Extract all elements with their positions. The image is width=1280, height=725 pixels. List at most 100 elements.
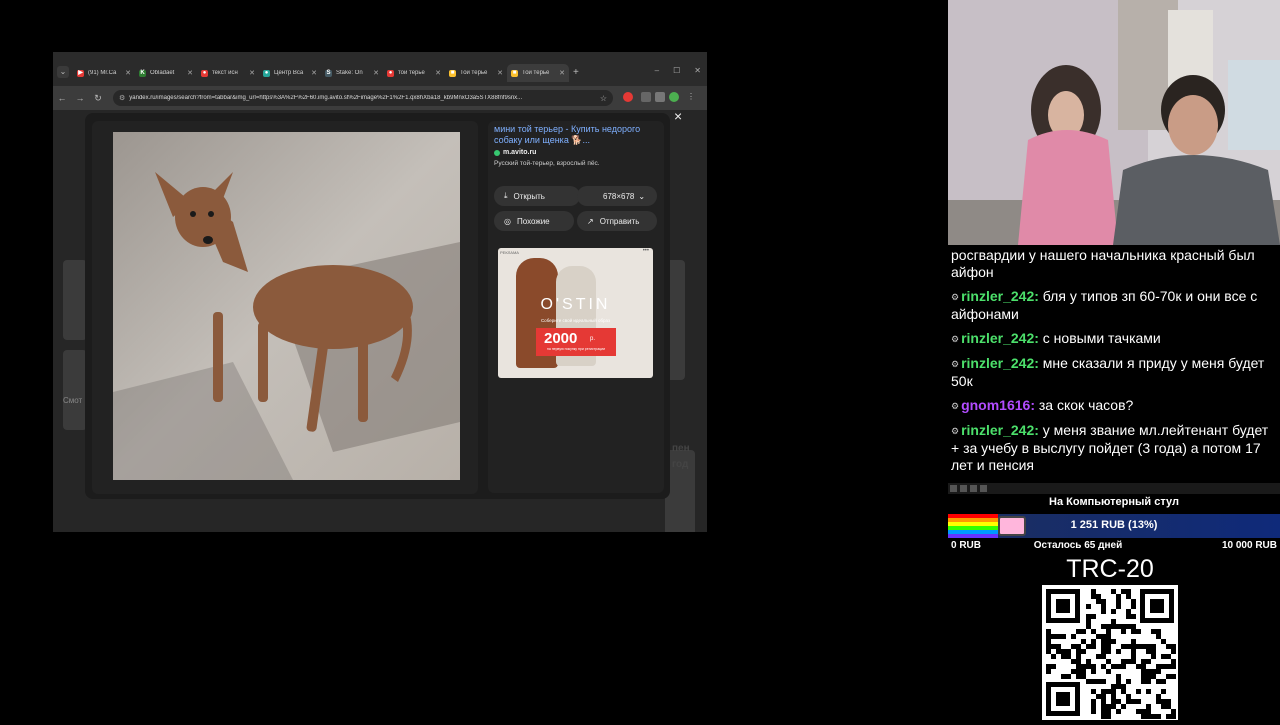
result-thumb[interactable] — [63, 260, 87, 340]
qr-module — [1056, 644, 1061, 649]
qr-module — [1091, 664, 1096, 669]
section-heading: Смот — [63, 396, 83, 405]
bookmark-star-icon[interactable]: ☆ — [600, 94, 607, 103]
preview-title-link[interactable]: мини той терьер - Купить недорого собаку… — [494, 124, 654, 146]
close-preview-button[interactable]: × — [674, 108, 682, 124]
fullscreen-icon[interactable] — [980, 485, 987, 492]
browser-tab[interactable]: K Obladaet ✕ — [135, 64, 197, 82]
qr-module — [1131, 659, 1136, 664]
qr-module — [1046, 639, 1051, 644]
profile-avatar[interactable] — [669, 92, 679, 102]
browser-tab[interactable]: ● текст исн ✕ — [197, 64, 259, 82]
new-tab-button[interactable]: + — [573, 64, 579, 86]
qr-module — [1146, 649, 1151, 654]
qr-module — [1171, 644, 1176, 649]
browser-tab[interactable]: ■ Той терье ✕ — [445, 64, 507, 82]
qr-module — [1096, 599, 1101, 604]
qr-module — [1106, 689, 1111, 694]
forward-icon[interactable]: → — [71, 93, 89, 103]
browser-toolbar: ← → ↻ ⚙ yandex.ru/images/search?from=tab… — [53, 86, 707, 110]
qr-module — [1131, 649, 1136, 654]
qr-module — [1106, 639, 1111, 644]
camera-icon: ◎ — [504, 216, 511, 226]
qr-module — [1156, 699, 1161, 704]
chat-message: ⚙ rinzler_242: мне сказали я приду у меня… — [951, 355, 1277, 390]
qr-module — [1111, 694, 1116, 699]
ad-banner[interactable]: РЕКЛАМА ••• O'STIN Соберите свой идеальн… — [498, 248, 653, 378]
tab-close-icon[interactable]: ✕ — [497, 69, 503, 77]
qr-module — [1131, 604, 1136, 609]
goal-title: На Компьютерный стул — [1049, 496, 1179, 508]
preview-image[interactable] — [113, 132, 460, 480]
sidebar-icon[interactable] — [655, 92, 665, 102]
browser-tab[interactable]: S Stake: On ✕ — [321, 64, 383, 82]
qr-module — [1111, 664, 1116, 669]
chat-username[interactable]: rinzler_242: — [961, 422, 1039, 438]
address-bar[interactable]: ⚙ yandex.ru/images/search?from=tabbar&im… — [113, 90, 613, 106]
crypto-label: TRC-20 — [1066, 555, 1154, 583]
extensions-puzzle-icon[interactable] — [641, 92, 651, 102]
tab-favicon-icon: ● — [201, 69, 208, 77]
chat-username[interactable]: rinzler_242: — [961, 288, 1039, 304]
qr-module — [1111, 639, 1116, 644]
qr-module — [1091, 614, 1096, 619]
browser-tab[interactable]: ▶ (91) Mr.Ca ✕ — [73, 64, 135, 82]
browser-tab[interactable]: ■ Той терье ✕ — [507, 64, 569, 82]
window-controls: – ☐ ✕ — [655, 66, 701, 75]
ad-more-icon[interactable]: ••• — [643, 248, 649, 254]
browser-tab[interactable]: ● той терье ✕ — [383, 64, 445, 82]
browser-tab[interactable]: ● Центр Вса ✕ — [259, 64, 321, 82]
tab-search-button[interactable]: ⌄ — [57, 66, 69, 78]
tab-close-icon[interactable]: ✕ — [249, 69, 255, 77]
expand-icon[interactable] — [960, 485, 967, 492]
qr-module — [1071, 659, 1076, 664]
qr-module — [1151, 654, 1156, 659]
chat-message: ⚙ rinzler_242: бля у типов зп 60-70к и он… — [951, 288, 1277, 323]
maximize-icon[interactable]: ☐ — [673, 66, 680, 75]
chat-icon[interactable] — [950, 485, 957, 492]
qr-module — [1141, 644, 1146, 649]
tab-close-icon[interactable]: ✕ — [125, 69, 131, 77]
qr-module — [1131, 639, 1136, 644]
chevron-down-icon: ⌄ — [638, 191, 646, 201]
tab-favicon-icon: S — [325, 69, 332, 77]
chat-username[interactable]: rinzler_242: — [961, 330, 1039, 346]
back-icon[interactable]: ← — [53, 93, 71, 103]
qr-module — [1146, 709, 1151, 714]
chat-username[interactable]: rinzler_242: — [961, 355, 1039, 371]
similar-button[interactable]: ◎ Похожие — [494, 211, 574, 231]
chat-username[interactable]: gnom1616: — [961, 397, 1035, 413]
qr-module — [1156, 664, 1161, 669]
tab-close-icon[interactable]: ✕ — [435, 69, 441, 77]
qr-module — [1121, 624, 1126, 629]
tab-list: ▶ (91) Mr.Ca ✕ K Obladaet ✕ ● текст исн ✕ ● Центр … — [73, 64, 579, 86]
qr-module — [1076, 644, 1081, 649]
tab-close-icon[interactable]: ✕ — [373, 69, 379, 77]
qr-module — [1096, 694, 1101, 699]
qr-module — [1141, 674, 1146, 679]
qr-module — [1106, 709, 1111, 714]
minimize-icon[interactable]: – — [655, 66, 659, 75]
reload-icon[interactable]: ↻ — [89, 93, 107, 104]
size-dropdown[interactable]: 678×678 ⌄ — [577, 186, 657, 206]
open-image-button[interactable]: ⤓ Открыть — [494, 186, 580, 206]
qr-module — [1136, 629, 1141, 634]
tab-close-icon[interactable]: ✕ — [187, 69, 193, 77]
result-thumb[interactable] — [63, 350, 87, 430]
extension-icon[interactable] — [623, 92, 633, 102]
share-button[interactable]: ↗ Отправить — [577, 211, 657, 231]
menu-dots-icon[interactable]: ⋮ — [687, 92, 695, 101]
qr-module — [1106, 669, 1111, 674]
qr-module — [1101, 609, 1106, 614]
qr-module — [1151, 714, 1156, 719]
qr-module — [1086, 619, 1091, 624]
qr-module — [1101, 704, 1106, 709]
preview-source[interactable]: m.avito.ru — [494, 149, 536, 156]
site-info-icon[interactable]: ⚙ — [119, 94, 125, 102]
tab-close-icon[interactable]: ✕ — [559, 69, 565, 77]
settings-icon[interactable] — [970, 485, 977, 492]
close-window-icon[interactable]: ✕ — [694, 66, 701, 75]
qr-module — [1101, 689, 1106, 694]
qr-module — [1171, 664, 1176, 669]
tab-close-icon[interactable]: ✕ — [311, 69, 317, 77]
